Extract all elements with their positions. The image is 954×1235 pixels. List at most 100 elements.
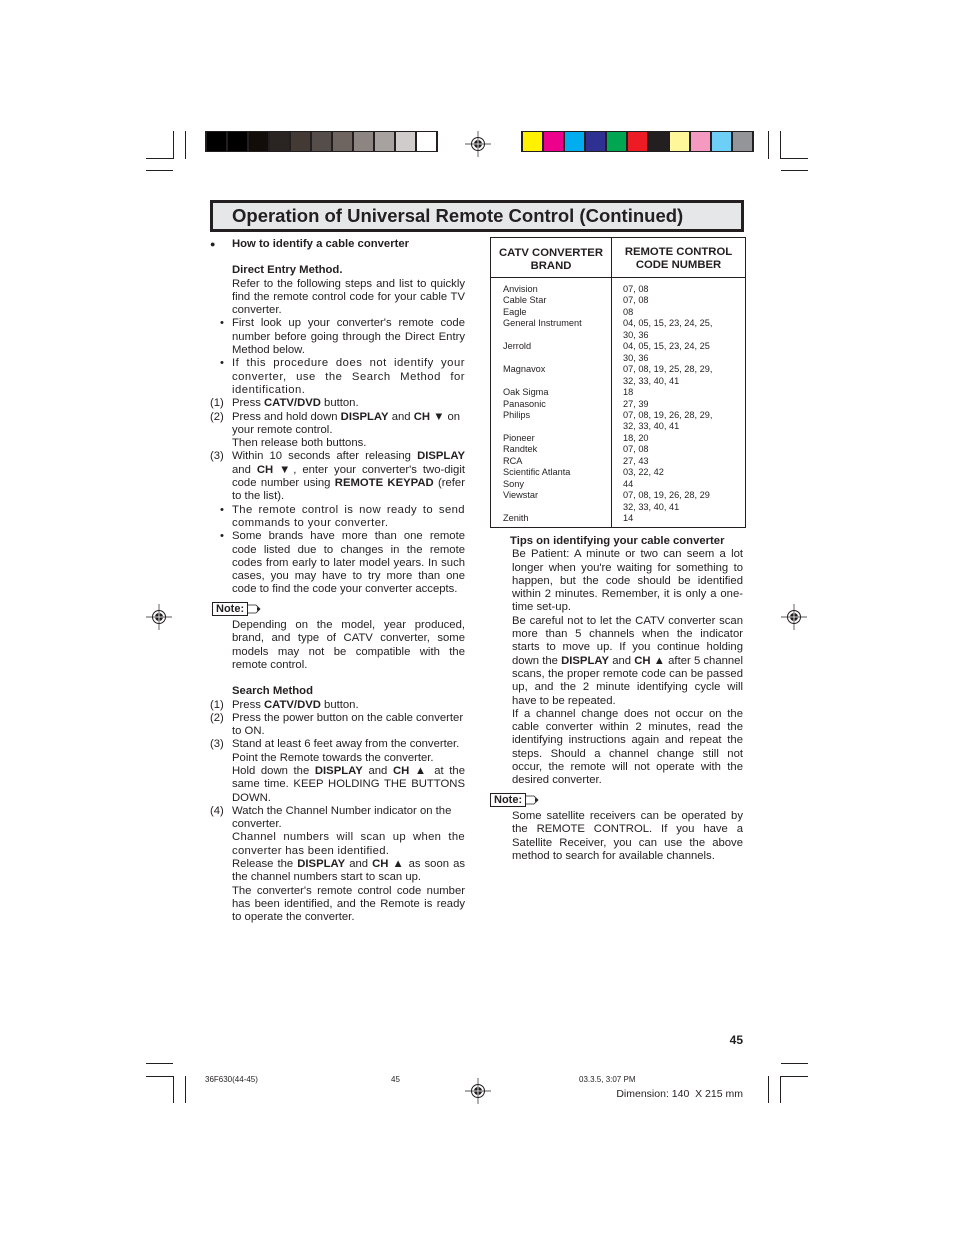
crop-mark — [185, 131, 186, 159]
table-row: Oak Sigma 18 — [491, 387, 745, 398]
button-name: CATV/DVD — [264, 397, 321, 410]
step-2: (2) Press and hold down DISPLAY and CH ▼… — [210, 411, 465, 451]
table-row: Cable Star 07, 08 — [491, 295, 745, 306]
color-swatch — [565, 132, 584, 151]
code-cell: 44 — [623, 478, 634, 489]
code-cell: 32, 33, 40, 41 — [623, 421, 680, 432]
direct-entry-title: Direct Entry Method. — [232, 264, 343, 277]
crop-mark — [780, 1076, 781, 1103]
heading-text: How to identify a cable converter — [232, 238, 410, 250]
note-label: Note: — [490, 792, 527, 807]
button-name: DISPLAY — [561, 654, 610, 667]
color-swatch — [544, 132, 563, 151]
color-swatch — [733, 132, 752, 151]
step-1: (1) Press CATV/DVD button. — [210, 699, 465, 712]
brand-cell: Panasonic — [503, 398, 546, 409]
step-3: (3) Stand at least 6 feet away from the … — [210, 738, 465, 804]
code-cell: 27, 39 — [623, 398, 649, 409]
code-cell: 07, 08, 19, 26, 28, 29 — [623, 490, 710, 501]
color-swatch — [607, 132, 626, 151]
crop-mark — [173, 1076, 174, 1103]
step-text: Release the — [232, 858, 298, 871]
registration-mark-icon — [146, 604, 172, 630]
button-name: DISPLAY — [340, 410, 389, 423]
slug-page-number: 45 — [391, 1075, 400, 1084]
gray-swatch — [417, 132, 436, 151]
crop-mark — [781, 170, 808, 171]
code-cell: 07, 08, 19, 26, 28, 29, — [623, 409, 713, 420]
step-text: and — [345, 858, 373, 871]
brand-cell: Zenith — [503, 513, 529, 524]
registration-mark-icon — [781, 604, 807, 630]
table-row: Jerrold 04, 05, 15, 23, 24, 25 — [491, 341, 745, 352]
button-name: CH ▲ — [392, 764, 429, 777]
brand-cell: RCA — [503, 455, 523, 466]
code-cell: 04, 05, 15, 23, 24, 25 — [623, 341, 710, 352]
process-color-bar — [521, 131, 754, 152]
crop-mark — [146, 170, 173, 171]
crop-mark — [146, 1063, 173, 1064]
code-cell: 18, 20 — [623, 432, 649, 443]
left-column: ● How to identify a cable converter Dire… — [210, 238, 465, 925]
color-swatch — [649, 132, 668, 151]
list-item: • First look up your converter's remote c… — [220, 317, 465, 357]
step-number: (3) — [210, 450, 224, 463]
table-row: Viewstar 07, 08, 19, 26, 28, 29 — [491, 490, 745, 501]
section-heading: ● How to identify a cable converter — [210, 238, 465, 251]
color-swatch — [628, 132, 647, 151]
step-text: The converter's remote control code numb… — [232, 884, 465, 924]
note-label: Note: — [212, 601, 249, 616]
gray-swatch — [396, 132, 415, 151]
step-number: (2) — [210, 410, 224, 423]
table-divider — [491, 277, 745, 278]
page-title-banner: Operation of Universal Remote Control (C… — [210, 200, 744, 232]
step-number: (1) — [210, 397, 224, 410]
step-number: (4) — [210, 804, 224, 817]
step-text: button. — [320, 397, 359, 410]
crop-mark — [781, 1076, 808, 1077]
direct-entry-intro: Refer to the following steps and list to… — [232, 277, 465, 317]
step-text: Press — [232, 397, 265, 410]
step-text: Within 10 seconds after releasing — [232, 450, 418, 463]
color-swatch — [712, 132, 731, 151]
gray-swatch — [228, 132, 247, 151]
note-text: Depending on the model, year produced, b… — [232, 619, 465, 671]
table-row: General Instrument 04, 05, 15, 23, 24, 25… — [491, 318, 745, 329]
brand-cell — [491, 353, 611, 364]
step-text: button. — [320, 698, 359, 711]
crop-mark — [768, 1076, 769, 1103]
step-4: (4) Watch the Channel Number indicator o… — [210, 805, 465, 925]
table-row-continuation: 32, 33, 40, 41 — [491, 421, 745, 432]
code-cell: 07, 08 — [623, 284, 649, 294]
crop-mark — [781, 1063, 808, 1064]
step-1: (1) Press CATV/DVD button. — [210, 397, 465, 410]
button-name: CH ▲ — [372, 858, 405, 871]
table-row: Eagle 08 — [491, 307, 745, 318]
page-number: 45 — [729, 1033, 743, 1047]
slug-timestamp: 03.3.5, 3:07 PM — [579, 1075, 636, 1084]
crop-mark — [146, 158, 173, 159]
step-text: Then release both buttons. — [232, 437, 367, 450]
code-cell: 07, 08 — [623, 444, 649, 455]
gray-swatch — [207, 132, 226, 151]
button-name: CATV/DVD — [264, 698, 321, 711]
code-cell: 07, 08, 19, 25, 28, 29, — [623, 364, 713, 375]
crop-mark — [781, 158, 808, 159]
brand-cell: Jerrold — [503, 341, 532, 352]
code-cell: 07, 08 — [623, 295, 649, 306]
slug-file-name: 36F630(44-45) — [205, 1075, 258, 1084]
button-name: CH ▼ — [413, 410, 445, 423]
button-name: CH ▲ — [634, 654, 665, 667]
button-name: DISPLAY — [297, 858, 346, 871]
grayscale-color-bar — [205, 131, 438, 152]
bullet-text: If this procedure does not identify your… — [232, 357, 465, 396]
code-table: CATV CONVERTER BRAND REMOTE CONTROL CODE… — [490, 237, 746, 528]
button-name: DISPLAY — [314, 764, 363, 777]
brand-cell — [491, 330, 611, 341]
step-number: (2) — [210, 711, 224, 724]
table-row: Pioneer 18, 20 — [491, 433, 745, 444]
step-text: Press the power button on the cable conv… — [232, 711, 464, 738]
color-swatch — [586, 132, 605, 151]
brand-cell: Eagle — [503, 306, 527, 317]
code-cell: 27, 43 — [623, 455, 649, 466]
